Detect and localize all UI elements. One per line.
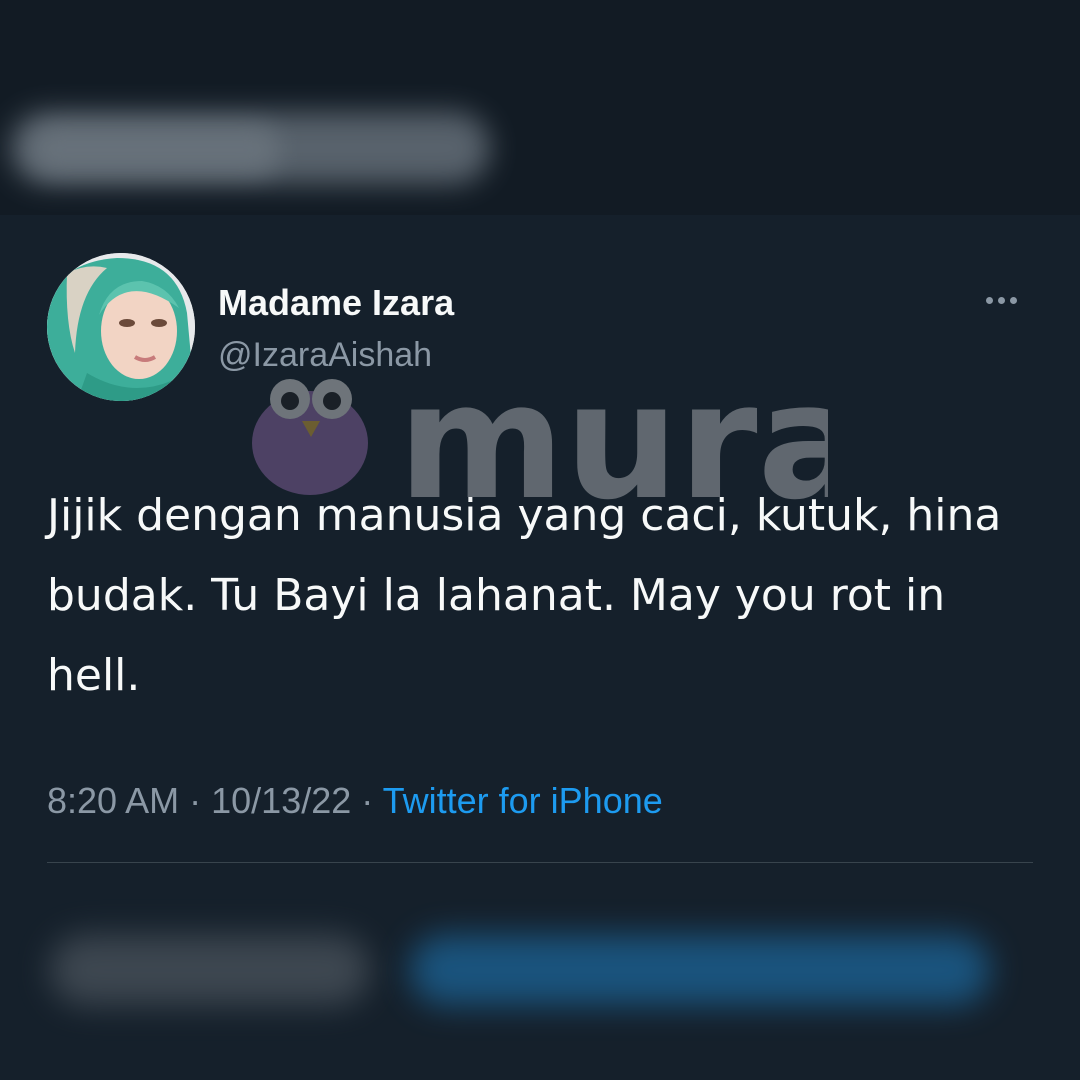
tweet-date[interactable]: 10/13/22 [211, 780, 351, 821]
dot [998, 296, 1005, 304]
more-horizontal-icon[interactable] [986, 290, 1028, 310]
dot [986, 296, 993, 304]
blurred-link-block [410, 935, 990, 1005]
separator: · [361, 780, 374, 821]
tweet-meta: 8:20 AM · 10/13/22 · Twitter for iPhone [47, 778, 663, 824]
tweet-source-link[interactable]: Twitter for iPhone [383, 780, 663, 821]
tweet-text: Jijik dengan manusia yang caci, kutuk, h… [47, 490, 1002, 701]
display-name[interactable]: Madame Izara [218, 281, 454, 325]
tweet-time[interactable]: 8:20 AM [47, 780, 179, 821]
divider [47, 862, 1033, 863]
blurred-text-block [30, 125, 280, 175]
blurred-header [0, 0, 1080, 215]
separator: · [189, 780, 202, 821]
blurred-text-block [50, 935, 370, 1005]
dot [1010, 296, 1017, 304]
avatar-image [47, 253, 195, 401]
avatar[interactable] [47, 253, 195, 401]
